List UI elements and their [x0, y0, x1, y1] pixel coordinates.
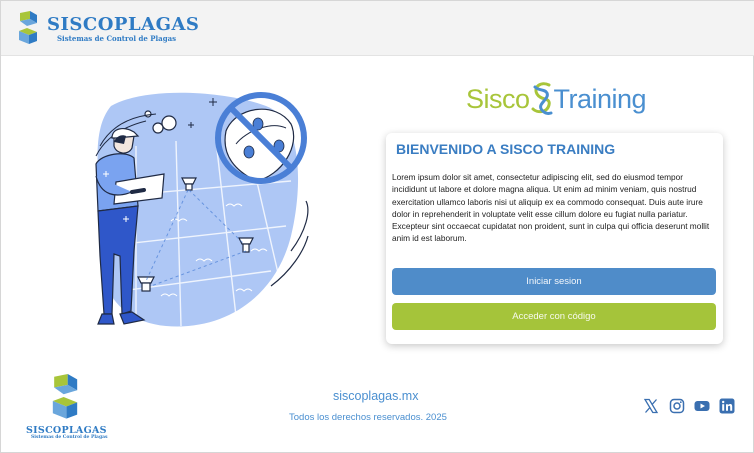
x-icon[interactable]	[643, 398, 659, 414]
youtube-icon[interactable]	[694, 398, 710, 414]
instagram-icon[interactable]	[669, 398, 685, 414]
welcome-card: BIENVENIDO A SISCO TRAINING Lorem ipsum …	[386, 133, 723, 344]
login-button[interactable]: Iniciar sesion	[392, 268, 716, 295]
page: { "header": { "brand_name": "SISCOPLAGAS…	[0, 0, 754, 453]
sisco-training-logo: Sisco Training	[466, 79, 647, 119]
welcome-title: BIENVENIDO A SISCO TRAINING	[396, 141, 616, 157]
welcome-description: Lorem ipsum dolor sit amet, consectetur …	[392, 172, 710, 244]
footer-brand-tagline: Sistemas de Control de Plagas	[31, 435, 108, 440]
linkedin-icon[interactable]	[719, 398, 735, 414]
brand-tagline: Sistemas de Control de Plagas	[57, 34, 177, 43]
footer-siscoplagas-logo-icon	[52, 374, 78, 419]
website-link[interactable]: siscoplagas.mx	[333, 389, 418, 403]
brand-name: SISCOPLAGAS	[47, 14, 200, 35]
access-with-code-button[interactable]: Acceder con código	[392, 303, 716, 330]
copyright-text: Todos los derechos reservados. 2025	[289, 412, 447, 423]
training-logo-right-word: Training	[553, 83, 647, 114]
scorpion-swirl-icon	[531, 82, 553, 115]
siscoplagas-logo-icon[interactable]	[17, 11, 39, 45]
top-header: SISCOPLAGAS Sistemas de Control de Plaga…	[1, 1, 754, 56]
training-logo-left-word: Sisco	[466, 83, 530, 114]
pest-control-illustration	[95, 92, 309, 327]
